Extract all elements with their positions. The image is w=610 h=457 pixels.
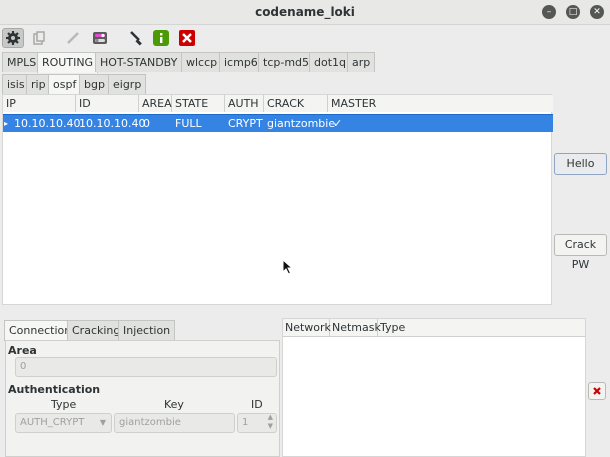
- stop-icon[interactable]: [176, 28, 198, 48]
- type-label: Type: [51, 398, 77, 411]
- area-field[interactable]: 0: [15, 357, 277, 377]
- info-icon[interactable]: [150, 28, 172, 48]
- tab-arp[interactable]: arp: [347, 52, 376, 72]
- table-row[interactable]: ▸ 10.10.10.40 10.10.10.40 0 FULL CRYPT g…: [3, 114, 553, 132]
- tab-wlccp[interactable]: wlccp: [181, 52, 223, 72]
- delete-icon: [593, 387, 601, 395]
- tab-routing[interactable]: ROUTING: [37, 52, 99, 73]
- tab-hot-standby[interactable]: HOT-STANDBY: [95, 52, 183, 72]
- toolbar: [0, 25, 610, 51]
- column-ip[interactable]: IP: [3, 95, 76, 112]
- protocol-tabs: MPLS ROUTING HOT-STANDBY wlccp icmp6 tcp…: [0, 52, 610, 73]
- auth-type-select[interactable]: AUTH_CRYPT ▼: [15, 413, 112, 433]
- crack-pw-button[interactable]: Crack PW: [554, 234, 607, 271]
- brush-icon[interactable]: [124, 28, 146, 48]
- area-label: Area: [8, 344, 37, 357]
- cell-state: FULL: [175, 117, 202, 130]
- column-id[interactable]: ID: [76, 95, 139, 112]
- key-label: Key: [164, 398, 184, 411]
- tab-bgp[interactable]: bgp: [79, 74, 110, 94]
- toggle-icon[interactable]: [89, 28, 111, 48]
- cell-area: 0: [143, 117, 150, 130]
- chevron-down-icon: ▼: [99, 418, 106, 427]
- neighbor-list[interactable]: IP ID AREA STATE AUTH CRACK MASTER ▸ 10.…: [2, 94, 553, 305]
- tab-rip[interactable]: rip: [26, 74, 51, 94]
- window-title: codename_loki: [255, 5, 355, 19]
- cell-auth: CRYPT: [228, 117, 263, 130]
- minimize-button[interactable]: –: [542, 5, 556, 19]
- bottom-tabs: Connection Cracking Injection: [4, 320, 284, 341]
- cell-ip: 10.10.10.40: [14, 117, 81, 130]
- tab-ospf[interactable]: ospf: [48, 74, 82, 95]
- authentication-label: Authentication: [8, 383, 101, 396]
- tab-mpls[interactable]: MPLS: [2, 52, 42, 72]
- tab-eigrp[interactable]: eigrp: [108, 74, 147, 94]
- master-check-icon: ✓: [333, 117, 343, 130]
- column-master[interactable]: MASTER: [328, 95, 553, 112]
- connection-panel: Area 0 Authentication Type Key ID AUTH_C…: [5, 340, 280, 457]
- tab-tcp-md5[interactable]: tcp-md5: [258, 52, 315, 72]
- key-field[interactable]: giantzombie: [114, 413, 235, 433]
- auth-type-value: AUTH_CRYPT: [20, 417, 85, 428]
- column-network[interactable]: Network: [283, 319, 331, 337]
- tab-injection[interactable]: Injection: [118, 320, 176, 340]
- mouse-cursor-icon: [282, 258, 294, 275]
- id-spinner[interactable]: 1 ▲ ▼: [237, 413, 277, 433]
- column-auth[interactable]: AUTH: [225, 95, 264, 112]
- id-value: 1: [242, 417, 249, 428]
- column-state[interactable]: STATE: [172, 95, 225, 112]
- column-area[interactable]: AREA: [139, 95, 172, 112]
- hello-button[interactable]: Hello: [554, 153, 607, 175]
- tab-connection[interactable]: Connection: [4, 320, 77, 341]
- pencil-icon[interactable]: [62, 28, 84, 48]
- delete-button[interactable]: [588, 382, 606, 400]
- column-netmask[interactable]: Netmask: [330, 319, 381, 337]
- title-bar: codename_loki – □ ✕: [0, 0, 610, 25]
- clipboard-icon[interactable]: [28, 28, 50, 48]
- routing-tabs: isis rip ospf bgp eigrp: [0, 74, 610, 95]
- tab-dot1q[interactable]: dot1q: [309, 52, 352, 72]
- network-list[interactable]: Network Netmask Type: [282, 318, 586, 457]
- tab-cracking[interactable]: Cracking: [67, 320, 126, 340]
- gear-icon[interactable]: [2, 28, 24, 48]
- maximize-button[interactable]: □: [566, 5, 580, 19]
- cell-crack: giantzombie: [267, 117, 336, 130]
- list-header: IP ID AREA STATE AUTH CRACK MASTER: [3, 95, 553, 112]
- tab-icmp6[interactable]: icmp6: [219, 52, 263, 72]
- column-crack[interactable]: CRACK: [264, 95, 328, 112]
- id-label: ID: [251, 398, 263, 411]
- close-button[interactable]: ✕: [590, 5, 604, 19]
- spinner-arrows-icon: ▲ ▼: [267, 413, 273, 430]
- cell-id: 10.10.10.40: [79, 117, 146, 130]
- network-list-header: Network Netmask Type: [283, 319, 585, 337]
- column-type[interactable]: Type: [378, 319, 585, 337]
